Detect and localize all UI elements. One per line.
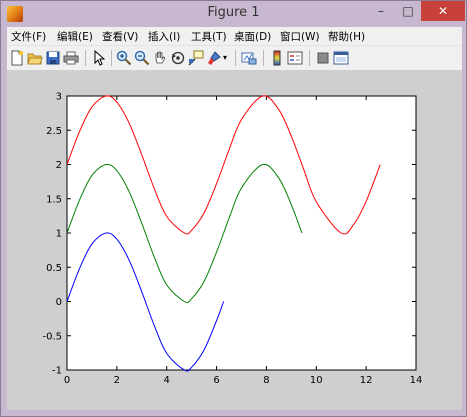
toolbar-separator [235, 50, 236, 66]
x-tick-label: 4 [164, 375, 170, 386]
y-tick-label: -0.5 [42, 331, 62, 342]
menu-desktop[interactable]: 桌面(D) [234, 29, 271, 44]
x-tick-label: 6 [213, 375, 219, 386]
y-tick-label: 3 [56, 92, 62, 103]
menu-bar: 文件(F) 编辑(E) 查看(V) 插入(I) 工具(T) 桌面(D) 窗口(W… [7, 27, 462, 45]
y-tick-label: 1.5 [46, 194, 62, 205]
menu-tools[interactable]: 工具(T) [191, 29, 227, 44]
minimize-button[interactable]: – [367, 1, 395, 21]
hide-plot-tools-icon[interactable] [315, 50, 331, 66]
brush-icon[interactable] [206, 50, 222, 66]
menu-file[interactable]: 文件(F) [11, 29, 46, 44]
x-tick-label: 0 [64, 375, 70, 386]
y-tick-label: 2 [56, 160, 62, 171]
y-tick-label: 1 [56, 229, 62, 240]
print-icon[interactable] [63, 50, 79, 66]
figure-toolbar: ▾ [7, 45, 462, 70]
menu-window[interactable]: 窗口(W) [280, 29, 320, 44]
title-bar[interactable]: Figure 1 – □ ✕ [1, 1, 466, 27]
new-figure-icon[interactable] [9, 50, 25, 66]
x-tick-label: 10 [310, 375, 323, 386]
axes-box[interactable] [66, 95, 417, 371]
figure-canvas: 0 2 4 6 8 10 12 14 -1 -0.5 0 0.5 1 1.5 2 2.5 3 [7, 70, 462, 410]
brush-dropdown-icon[interactable]: ▾ [221, 50, 229, 66]
zoom-in-icon[interactable] [116, 50, 132, 66]
maximize-button[interactable]: □ [395, 1, 421, 21]
y-tick-label: 2.5 [46, 126, 62, 137]
colorbar-icon[interactable] [269, 50, 285, 66]
menu-view[interactable]: 查看(V) [102, 29, 138, 44]
menu-edit[interactable]: 编辑(E) [57, 29, 93, 44]
y-tick-label: 0.5 [46, 263, 62, 274]
save-icon[interactable] [45, 50, 61, 66]
show-plot-tools-icon[interactable] [333, 50, 349, 66]
figure-window: Figure 1 – □ ✕ 文件(F) 编辑(E) 查看(V) 插入(I) 工… [0, 0, 467, 417]
toolbar-separator [85, 50, 86, 66]
toolbar-separator [111, 50, 112, 66]
x-tick-label: 2 [114, 375, 120, 386]
open-file-icon[interactable] [27, 50, 43, 66]
toolbar-separator [309, 50, 310, 66]
pan-icon[interactable] [152, 50, 168, 66]
rotate-icon[interactable] [170, 50, 186, 66]
menu-help[interactable]: 帮助(H) [328, 29, 365, 44]
x-tick-label: 8 [263, 375, 269, 386]
x-tick-label: 12 [360, 375, 373, 386]
toolbar-separator [263, 50, 264, 66]
plot-svg: 0 2 4 6 8 10 12 14 -1 -0.5 0 0.5 1 1.5 2 2.5 3 [42, 92, 423, 387]
menu-insert[interactable]: 插入(I) [148, 29, 180, 44]
link-plot-icon[interactable] [241, 50, 257, 66]
pointer-icon[interactable] [91, 50, 107, 66]
zoom-out-icon[interactable] [134, 50, 150, 66]
data-cursor-icon[interactable] [188, 50, 204, 66]
y-tick-label: 0 [56, 297, 62, 308]
y-tick-label: -1 [52, 366, 62, 377]
legend-icon[interactable] [287, 50, 303, 66]
x-tick-label: 14 [410, 375, 423, 386]
close-button[interactable]: ✕ [421, 1, 465, 21]
